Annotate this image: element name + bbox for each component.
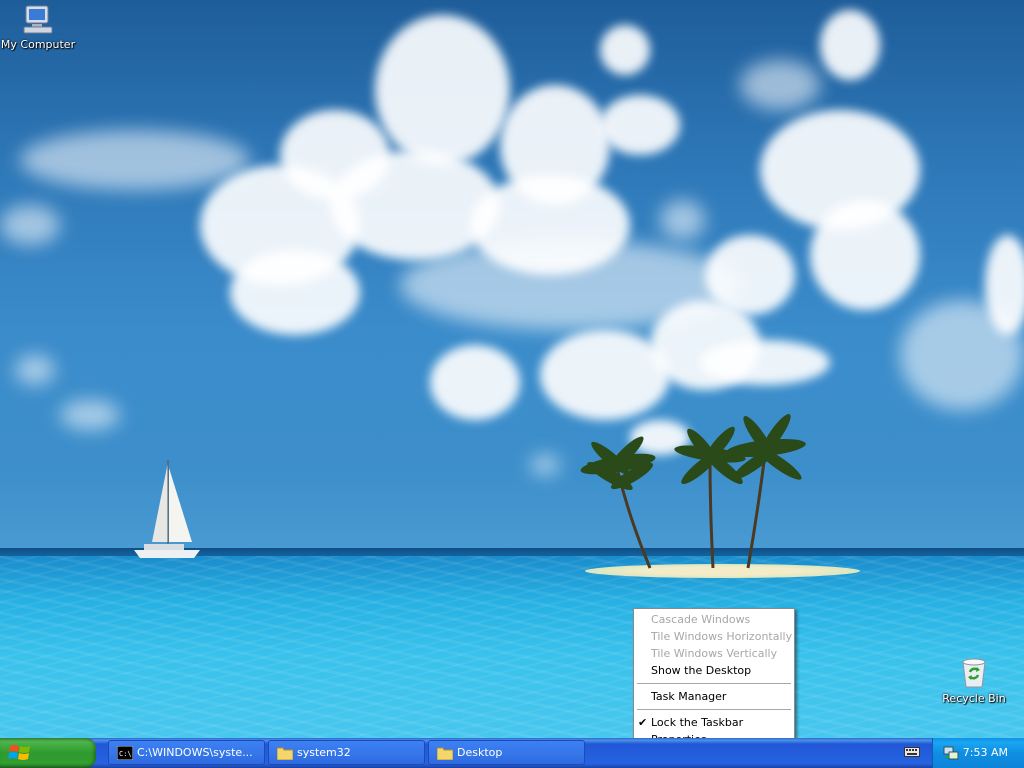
folder-icon	[277, 747, 293, 760]
svg-text:C:\: C:\	[119, 750, 132, 758]
recycle-bin-label: Recycle Bin	[942, 692, 1006, 705]
task-label: system32	[297, 746, 351, 759]
menu-item-lock-taskbar[interactable]: ✔ Lock the Taskbar	[634, 714, 794, 731]
task-label: Desktop	[457, 746, 503, 759]
command-prompt-icon: C:\	[117, 746, 133, 760]
palm-trees-image	[580, 414, 806, 569]
task-label: C:\WINDOWS\syste...	[137, 746, 253, 759]
my-computer-icon	[23, 5, 53, 34]
sailboat-image	[134, 460, 200, 558]
menu-separator	[637, 683, 791, 684]
menu-item-tile-horizontally[interactable]: Tile Windows Horizontally	[634, 628, 794, 645]
task-button-command-prompt[interactable]: C:\ C:\WINDOWS\syste...	[108, 740, 265, 765]
clock[interactable]: 7:53 AM	[963, 738, 1008, 768]
system-tray: 7:53 AM	[932, 738, 1024, 768]
folder-icon	[437, 747, 453, 760]
recycle-bin-icon	[962, 658, 986, 688]
menu-item-cascade-windows[interactable]: Cascade Windows	[634, 611, 794, 628]
checkmark-icon: ✔	[638, 716, 648, 729]
menu-item-task-manager[interactable]: Task Manager	[634, 688, 794, 705]
taskbar[interactable]: C:\ C:\WINDOWS\syste... system32 Desktop…	[0, 738, 1024, 768]
recycle-bin-desktop-icon[interactable]: Recycle Bin	[934, 657, 1014, 705]
taskbar-context-menu: Cascade Windows Tile Windows Horizontall…	[633, 608, 795, 749]
menu-item-show-desktop[interactable]: Show the Desktop	[634, 662, 794, 679]
start-button[interactable]	[0, 738, 96, 768]
keyboard-language-icon[interactable]	[904, 746, 920, 758]
task-button-desktop[interactable]: Desktop	[428, 740, 585, 765]
menu-item-tile-vertically[interactable]: Tile Windows Vertically	[634, 645, 794, 662]
menu-separator	[637, 709, 791, 710]
wallpaper-sea	[0, 556, 1024, 738]
my-computer-desktop-icon[interactable]: My Computer	[0, 3, 78, 51]
menu-item-lock-taskbar-label: Lock the Taskbar	[651, 716, 744, 729]
desktop[interactable]: My Computer Recycle Bin	[0, 0, 1024, 738]
windows-flag-icon	[8, 745, 30, 760]
my-computer-label: My Computer	[0, 38, 76, 51]
network-icon[interactable]	[943, 745, 959, 761]
task-button-system32[interactable]: system32	[268, 740, 425, 765]
